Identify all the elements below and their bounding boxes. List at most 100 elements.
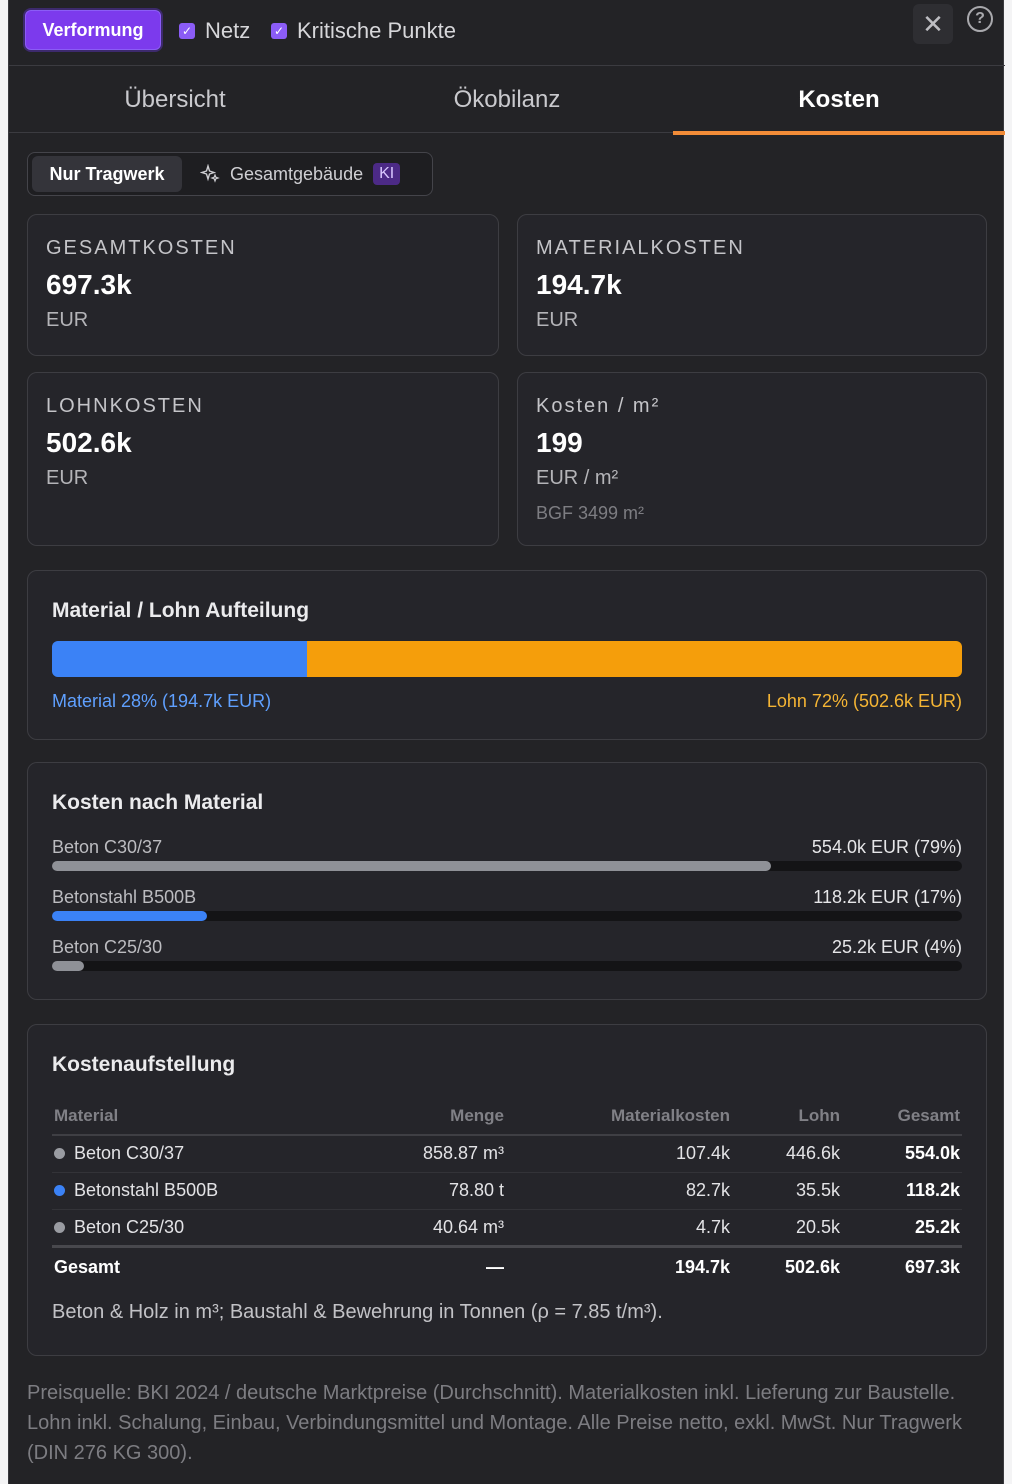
menge-cell: 78.80 t — [352, 1172, 506, 1210]
material-cost-row: Beton C25/30 25.2k EUR (4%) — [52, 937, 962, 977]
ki-badge: KI — [373, 163, 401, 185]
material-cost-value: 25.2k EUR (4%) — [831, 937, 962, 957]
table-row: Beton C25/30 40.64 m³ 4.7k 20.5k 25.2k — [52, 1209, 962, 1247]
kritische-punkte-label: Kritische Punkte — [297, 18, 456, 43]
netz-label: Netz — [205, 18, 251, 43]
material-cost-track — [52, 961, 962, 971]
material-color-dot — [54, 1185, 65, 1196]
lohn-share-bar — [306, 641, 962, 677]
materialkosten-cell: 107.4k — [506, 1135, 732, 1173]
lohnkosten-card: Lohnkosten 502.6k EUR — [27, 372, 499, 546]
tab-bar: Übersicht Ökobilanz Kosten — [9, 67, 1005, 135]
toolbar: Verformung ✓ Netz ✓ Kritische Punkte ✕ ? — [9, 0, 1005, 66]
lohn-share-label: Lohn 72% (502.6k EUR) — [766, 691, 962, 711]
cost-panel: Verformung ✓ Netz ✓ Kritische Punkte ✕ ?… — [8, 0, 1005, 1484]
column-header: Menge — [352, 1097, 506, 1136]
material-share-bar — [52, 641, 307, 677]
tab-uebersicht[interactable]: Übersicht — [9, 67, 341, 133]
split-bar — [52, 641, 962, 677]
checkmark-icon: ✓ — [271, 23, 287, 39]
material-cost-row: Betonstahl B500B 118.2k EUR (17%) — [52, 887, 962, 927]
material-cost-value: 554.0k EUR (79%) — [811, 837, 962, 857]
total-label: Gesamt — [52, 1244, 352, 1288]
materialkosten-card: Materialkosten 194.7k EUR — [517, 214, 987, 356]
column-header: Materialkosten — [506, 1097, 732, 1136]
material-cost-value: 118.2k EUR (17%) — [813, 887, 962, 907]
deformation-button[interactable]: Verformung — [25, 10, 161, 50]
gesamt-cell: 554.0k — [842, 1135, 962, 1173]
materialkosten-cell: 82.7k — [506, 1172, 732, 1210]
lohn-cell: 20.5k — [732, 1209, 842, 1247]
material-cost-bar — [52, 961, 84, 971]
menge-cell: 40.64 m³ — [352, 1209, 506, 1247]
cost-table: Material Menge Materialkosten Lohn Gesam… — [52, 1097, 962, 1288]
material-color-dot — [54, 1221, 65, 1233]
help-icon: ? — [975, 10, 985, 27]
stat-value: 502.6k — [46, 427, 132, 458]
tab-oekobilanz[interactable]: Ökobilanz — [341, 67, 673, 133]
total-row: Gesamt — 194.7k 502.6k 697.3k — [52, 1244, 962, 1288]
help-button[interactable]: ? — [967, 6, 993, 32]
material-cost-track — [52, 911, 962, 921]
materialkosten-cell: 4.7k — [506, 1209, 732, 1247]
gesamtgebaeude-option[interactable]: Gesamtgebäude KI — [200, 156, 401, 192]
tab-kosten[interactable]: Kosten — [673, 67, 1005, 135]
split-card: Material / Lohn Aufteilung Material 28% … — [27, 570, 987, 740]
material-cost-track — [52, 861, 962, 871]
stat-label: Gesamtkosten — [46, 237, 237, 259]
stat-value: 697.3k — [46, 269, 132, 300]
stat-unit: EUR / m² — [536, 467, 619, 489]
table-row: Betonstahl B500B 78.80 t 82.7k 35.5k 118… — [52, 1172, 962, 1210]
kostenaufstellung-card: Kostenaufstellung Material Menge Materia… — [27, 1024, 987, 1356]
materialkosten-cell: 194.7k — [506, 1244, 732, 1288]
menge-cell: 858.87 m³ — [352, 1135, 506, 1173]
lohn-cell: 502.6k — [732, 1244, 842, 1288]
material-name: Betonstahl B500B — [52, 887, 197, 907]
stat-label: Materialkosten — [536, 237, 745, 259]
stat-unit: EUR — [46, 309, 89, 331]
gesamtgebaeude-label: Gesamtgebäude — [230, 163, 364, 184]
material-cost-bar — [52, 861, 771, 871]
stat-label: Lohnkosten — [46, 395, 204, 417]
table-header-row: Material Menge Materialkosten Lohn Gesam… — [52, 1097, 962, 1136]
gesamt-cell: 697.3k — [842, 1244, 962, 1288]
bgf-note: BGF 3499 m² — [536, 503, 645, 523]
table-row: Beton C30/37 858.87 m³ 107.4k 446.6k 554… — [52, 1135, 962, 1173]
kosten-pro-m2-card: Kosten / m² 199 EUR / m² BGF 3499 m² — [517, 372, 987, 546]
section-title: Material / Lohn Aufteilung — [52, 599, 310, 622]
material-cost-row: Beton C30/37 554.0k EUR (79%) — [52, 837, 962, 877]
material-color-dot — [54, 1148, 65, 1160]
stat-value: 199 — [536, 427, 583, 458]
material-share-label: Material 28% (194.7k EUR) — [52, 691, 272, 711]
material-name: Beton C25/30 — [74, 1216, 185, 1237]
gesamtkosten-card: Gesamtkosten 697.3k EUR — [27, 214, 499, 356]
material-cost-bar — [52, 911, 207, 921]
material-name: Beton C30/37 — [52, 837, 163, 857]
section-title: Kosten nach Material — [52, 791, 264, 814]
price-source-note: Preisquelle: BKI 2024 / deutsche Marktpr… — [27, 1382, 962, 1464]
stat-label: Kosten / m² — [536, 395, 661, 417]
menge-cell: — — [352, 1244, 506, 1288]
gesamt-cell: 25.2k — [842, 1209, 962, 1247]
lohn-cell: 35.5k — [732, 1172, 842, 1210]
material-name: Beton C30/37 — [74, 1143, 185, 1164]
unit-note: Beton & Holz in m³; Baustahl & Bewehrung… — [52, 1301, 663, 1323]
sparkle-icon — [200, 164, 220, 183]
checkmark-icon: ✓ — [179, 23, 195, 39]
stat-unit: EUR — [46, 467, 89, 489]
column-header: Material — [52, 1097, 352, 1136]
section-title: Kostenaufstellung — [52, 1053, 236, 1076]
kritische-punkte-checkbox[interactable]: ✓ Kritische Punkte — [271, 18, 456, 44]
scope-toggle: Nur Tragwerk Gesamtgebäude KI — [27, 152, 433, 196]
close-button[interactable]: ✕ — [913, 4, 953, 44]
material-name: Beton C25/30 — [52, 937, 163, 957]
nur-tragwerk-option[interactable]: Nur Tragwerk — [32, 156, 182, 192]
material-name: Betonstahl B500B — [74, 1180, 219, 1200]
column-header: Gesamt — [842, 1097, 962, 1136]
gesamt-cell: 118.2k — [842, 1172, 962, 1210]
netz-checkbox[interactable]: ✓ Netz — [179, 18, 250, 44]
stat-unit: EUR — [536, 309, 579, 331]
stat-value: 194.7k — [536, 269, 622, 300]
close-icon: ✕ — [922, 8, 944, 39]
kosten-nach-material-card: Kosten nach Material Beton C30/37 554.0k… — [27, 762, 987, 1000]
